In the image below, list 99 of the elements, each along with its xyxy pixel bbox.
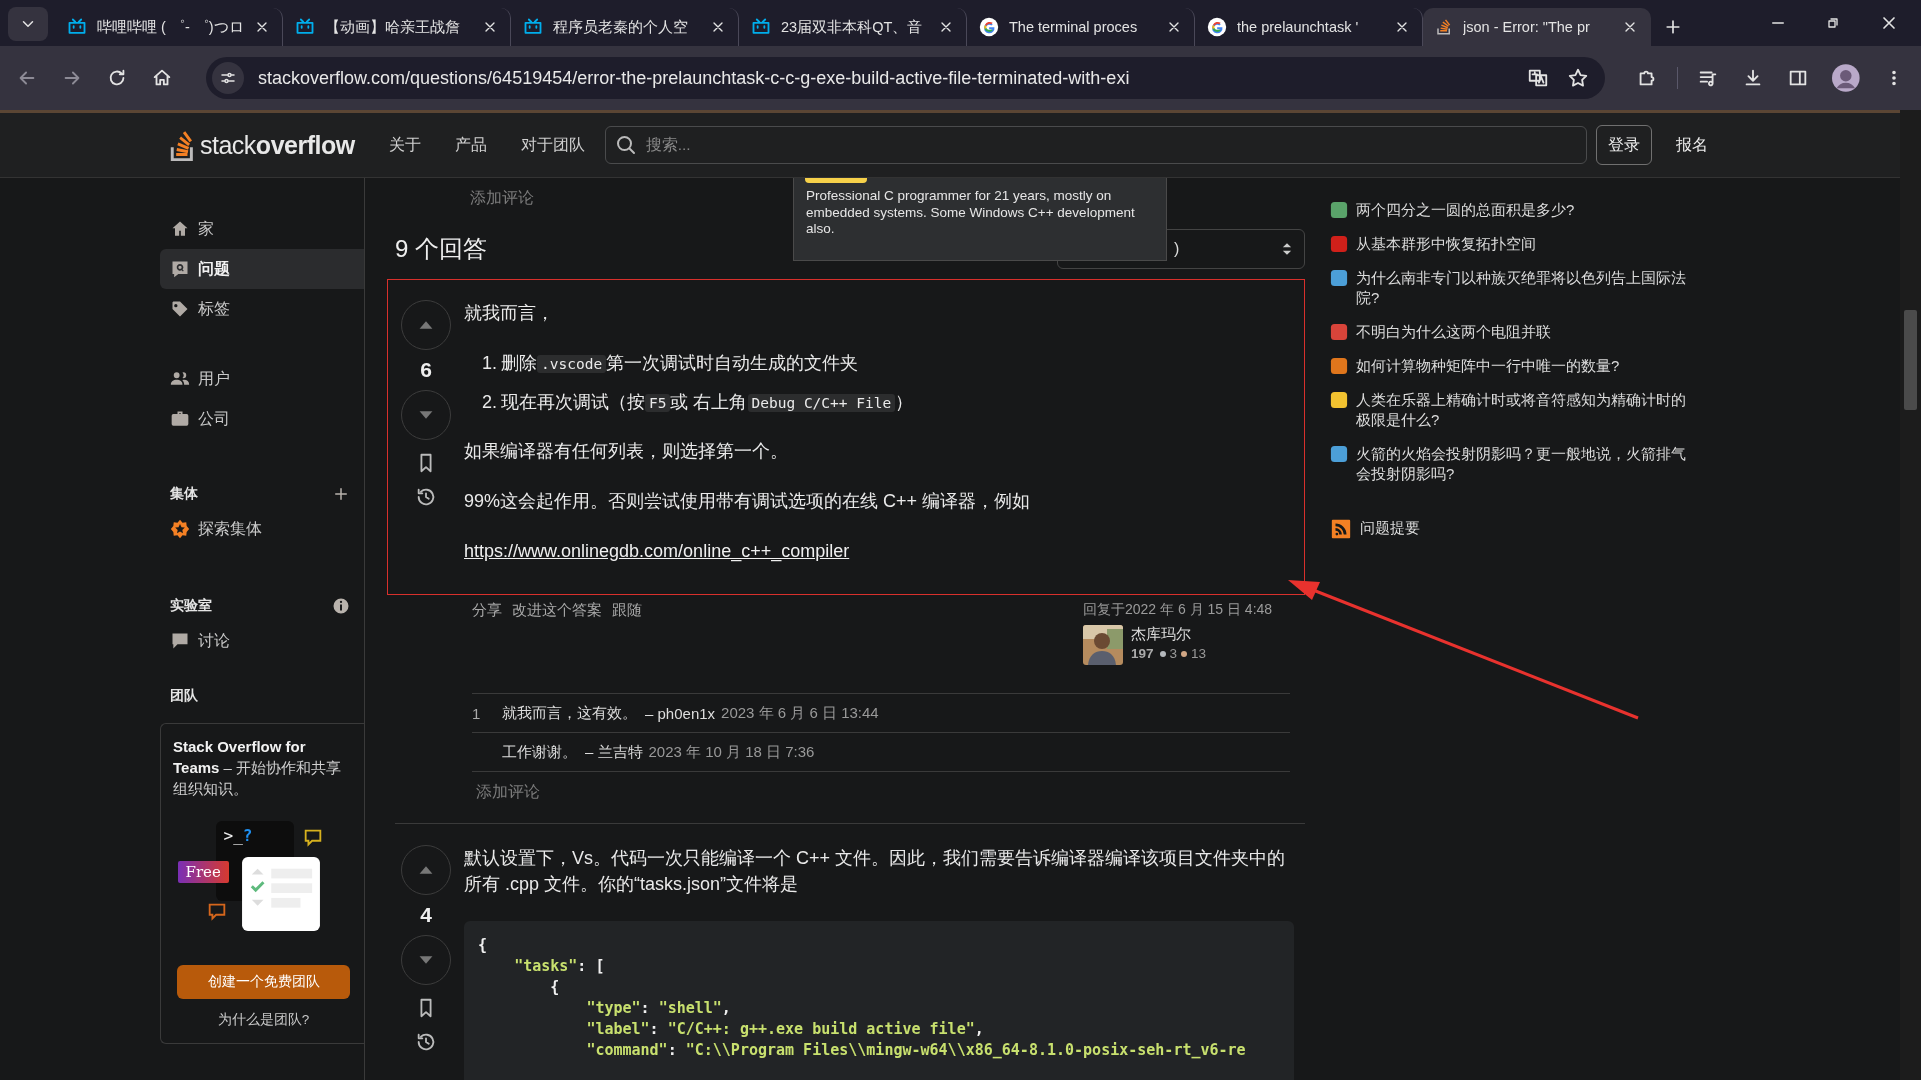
sidebar-item[interactable]: 家 bbox=[160, 209, 364, 249]
list-item: 1. 删除 .vscode 第一次调试时自动生成的文件夹 bbox=[482, 352, 860, 375]
browser-tab[interactable]: json - Error: "The pr bbox=[1423, 8, 1651, 46]
reputation: 197 bbox=[1131, 646, 1154, 661]
badge-dot bbox=[1159, 650, 1166, 657]
nav-link[interactable]: 关于 bbox=[388, 134, 421, 156]
add-comment-link[interactable]: 添加评论 bbox=[470, 188, 534, 209]
scrollbar-thumb[interactable] bbox=[1904, 310, 1917, 410]
list-item: 2. 现在再次调试（按 F5 或 右上角 Debug C/C++ File ） bbox=[482, 391, 915, 414]
hot-question-link[interactable]: 火箭的火焰会投射阴影吗？更一般地说，火箭排气会投射阴影吗? bbox=[1330, 444, 1720, 484]
sort-arrows-icon bbox=[1282, 242, 1292, 256]
comment-date: 2023 年 10 月 18 日 7:36 bbox=[648, 742, 815, 762]
nav-link[interactable]: 产品 bbox=[454, 134, 487, 156]
user-name[interactable]: 杰库玛尔 bbox=[1131, 625, 1207, 644]
hot-question-link[interactable]: 为什么南非专门以种族灭绝罪将以色列告上国际法院? bbox=[1330, 268, 1720, 308]
search-field[interactable]: 搜索... bbox=[604, 126, 1587, 164]
signup-link[interactable]: 报名 bbox=[1675, 134, 1708, 156]
nav-link[interactable]: 对于团队 bbox=[520, 134, 585, 156]
section-title: 集体 bbox=[170, 485, 198, 503]
speech-bubble-icon bbox=[170, 631, 190, 651]
answer-paragraph: 默认设置下，Vs。代码一次只能编译一个 C++ 文件。因此，我们需要告诉编译器编译该项目文件夹中的所有 .cpp 文件。你的“tasks.json”文件将是 bbox=[464, 847, 1287, 896]
post-action-link[interactable]: 改进这个答案 bbox=[512, 601, 602, 665]
tab-title: json - Error: "The pr bbox=[1463, 19, 1591, 35]
sidebar-item[interactable]: 问题 bbox=[160, 249, 364, 289]
tv-icon bbox=[751, 17, 771, 37]
badge-dot bbox=[1181, 650, 1188, 657]
teams-promo-text: Stack Overflow for Teams – 开始协作和共享组织知识。 bbox=[173, 737, 343, 799]
home-icon bbox=[170, 219, 190, 239]
hot-question-link[interactable]: 人类在乐器上精确计时或将音符感知为精确计时的极限是什么? bbox=[1330, 390, 1720, 430]
profile-avatar-icon[interactable] bbox=[1832, 64, 1860, 92]
sidebar-item[interactable]: 讨论 bbox=[160, 621, 364, 661]
info-icon[interactable] bbox=[332, 597, 350, 615]
tag-icon bbox=[170, 299, 190, 319]
feed-link[interactable]: 问题提要 bbox=[1330, 518, 1720, 540]
terminal-prompt: >_? bbox=[223, 826, 253, 845]
answer-paragraph: 如果编译器有任何列表，则选择第一个。 bbox=[464, 440, 789, 463]
tab-title: the prelaunchtask ' bbox=[1237, 19, 1360, 35]
sidebar-item[interactable]: 用户 bbox=[160, 359, 364, 399]
free-badge: Free bbox=[177, 861, 229, 883]
create-team-button[interactable]: 创建一个免费团队 bbox=[177, 965, 350, 999]
tab-title: 23届双非本科QT、音 bbox=[781, 17, 924, 37]
answered-date: 回复于2022 年 6 月 15 日 4:48 bbox=[1083, 601, 1274, 619]
restore-icon[interactable] bbox=[1825, 15, 1841, 31]
badge-count: 13 bbox=[1191, 646, 1207, 661]
flair-bar bbox=[805, 178, 867, 183]
hot-question-link[interactable]: 两个四分之一圆的总面积是多少? bbox=[1330, 200, 1720, 220]
site-logo[interactable]: stackoverflow bbox=[170, 128, 355, 162]
stack-logo-icon bbox=[1435, 18, 1453, 36]
site-info-button[interactable] bbox=[212, 62, 244, 94]
sidebar-item[interactable]: 公司 bbox=[160, 399, 364, 439]
hot-question-link[interactable]: 从基本群形中恢复拓扑空间 bbox=[1330, 234, 1720, 254]
briefcase-icon bbox=[170, 409, 190, 429]
tab-title: The terminal proces bbox=[1009, 19, 1139, 35]
comment-score: 1 bbox=[472, 704, 482, 722]
vote-count: 4 bbox=[420, 903, 432, 927]
comment-date: 2023 年 6 月 6 日 13:44 bbox=[721, 703, 879, 723]
tv-icon bbox=[523, 17, 543, 37]
comment-text: 就我而言，这有效。 bbox=[502, 703, 637, 723]
hot-question-link[interactable]: 不明白为什么这两个电阻并联 bbox=[1330, 322, 1720, 342]
comment-text: 工作谢谢。 bbox=[502, 742, 577, 762]
why-teams-link[interactable]: 为什么是团队? bbox=[217, 1011, 310, 1029]
answers-heading: 9 个回答 bbox=[395, 234, 487, 264]
google-g-icon bbox=[979, 17, 999, 37]
hot-question-link[interactable]: 如何计算物种矩阵中一行中唯一的数量? bbox=[1330, 356, 1720, 376]
post-action-link[interactable]: 跟随 bbox=[612, 601, 642, 665]
tv-icon bbox=[295, 17, 315, 37]
tv-icon bbox=[67, 17, 87, 37]
star-icon[interactable] bbox=[1567, 67, 1590, 89]
answer-paragraph: 99%这会起作用。否则尝试使用带有调试选项的在线 C++ 编译器，例如 bbox=[464, 490, 1032, 513]
post-action-link[interactable]: 分享 bbox=[472, 601, 502, 665]
rss-icon bbox=[1330, 518, 1352, 540]
tab-title: 程序员老秦的个人空 bbox=[553, 17, 689, 37]
address-bar[interactable]: stackoverflow.com/questions/64519454/error-the-prelaunchtask-c-c-g-exe-build-active-file-terminated-with-exi bbox=[206, 57, 1606, 99]
answer-link[interactable]: https://www.onlinegdb.com/online_c++_compiler bbox=[464, 541, 850, 561]
login-button[interactable]: 登录 bbox=[1595, 125, 1652, 165]
answer-paragraph: 就我而言， bbox=[464, 302, 555, 325]
comment-author[interactable]: – ph0en1x bbox=[645, 704, 716, 722]
add-comment-link[interactable]: 添加评论 bbox=[476, 782, 540, 803]
section-title: 团队 bbox=[170, 687, 198, 705]
tab-title: 哔哩哔哩 ( ゜- ゜)つロ bbox=[97, 17, 244, 37]
logo-text: stackoverflow bbox=[200, 130, 355, 160]
star-badge-icon bbox=[170, 519, 190, 539]
comment-author[interactable]: – 兰吉特 bbox=[585, 742, 643, 762]
translate-icon[interactable] bbox=[1527, 67, 1550, 89]
url-text: stackoverflow.com/questions/64519454/error-the-prelaunchtask-c-c-g-exe-build-active-file-terminated-with-exi bbox=[258, 67, 1131, 89]
vote-count: 6 bbox=[420, 358, 432, 382]
badge-count: 3 bbox=[1169, 646, 1178, 661]
history-icon[interactable] bbox=[415, 486, 437, 508]
plus-icon[interactable] bbox=[332, 485, 350, 503]
question-icon bbox=[170, 259, 190, 279]
section-title: 实验室 bbox=[170, 597, 212, 615]
sidebar-item[interactable]: 标签 bbox=[160, 289, 364, 329]
tab-title: 【动画】哈亲王战詹 bbox=[325, 17, 461, 37]
code-block: { "tasks": [ { "type": "shell", "label": "C/C++: g++.exe build active file", "command": "C:\\Program Files\\mingw-w64\\x86_64-8.1.0-posix-seh-rt_v6-re bbox=[464, 921, 1294, 1080]
sidebar-item[interactable]: 探索集体 bbox=[160, 509, 364, 549]
google-g-icon bbox=[1207, 17, 1227, 37]
history-icon[interactable] bbox=[415, 1031, 437, 1053]
select-value: ) bbox=[1174, 240, 1180, 258]
tab-search-button[interactable] bbox=[8, 7, 48, 41]
